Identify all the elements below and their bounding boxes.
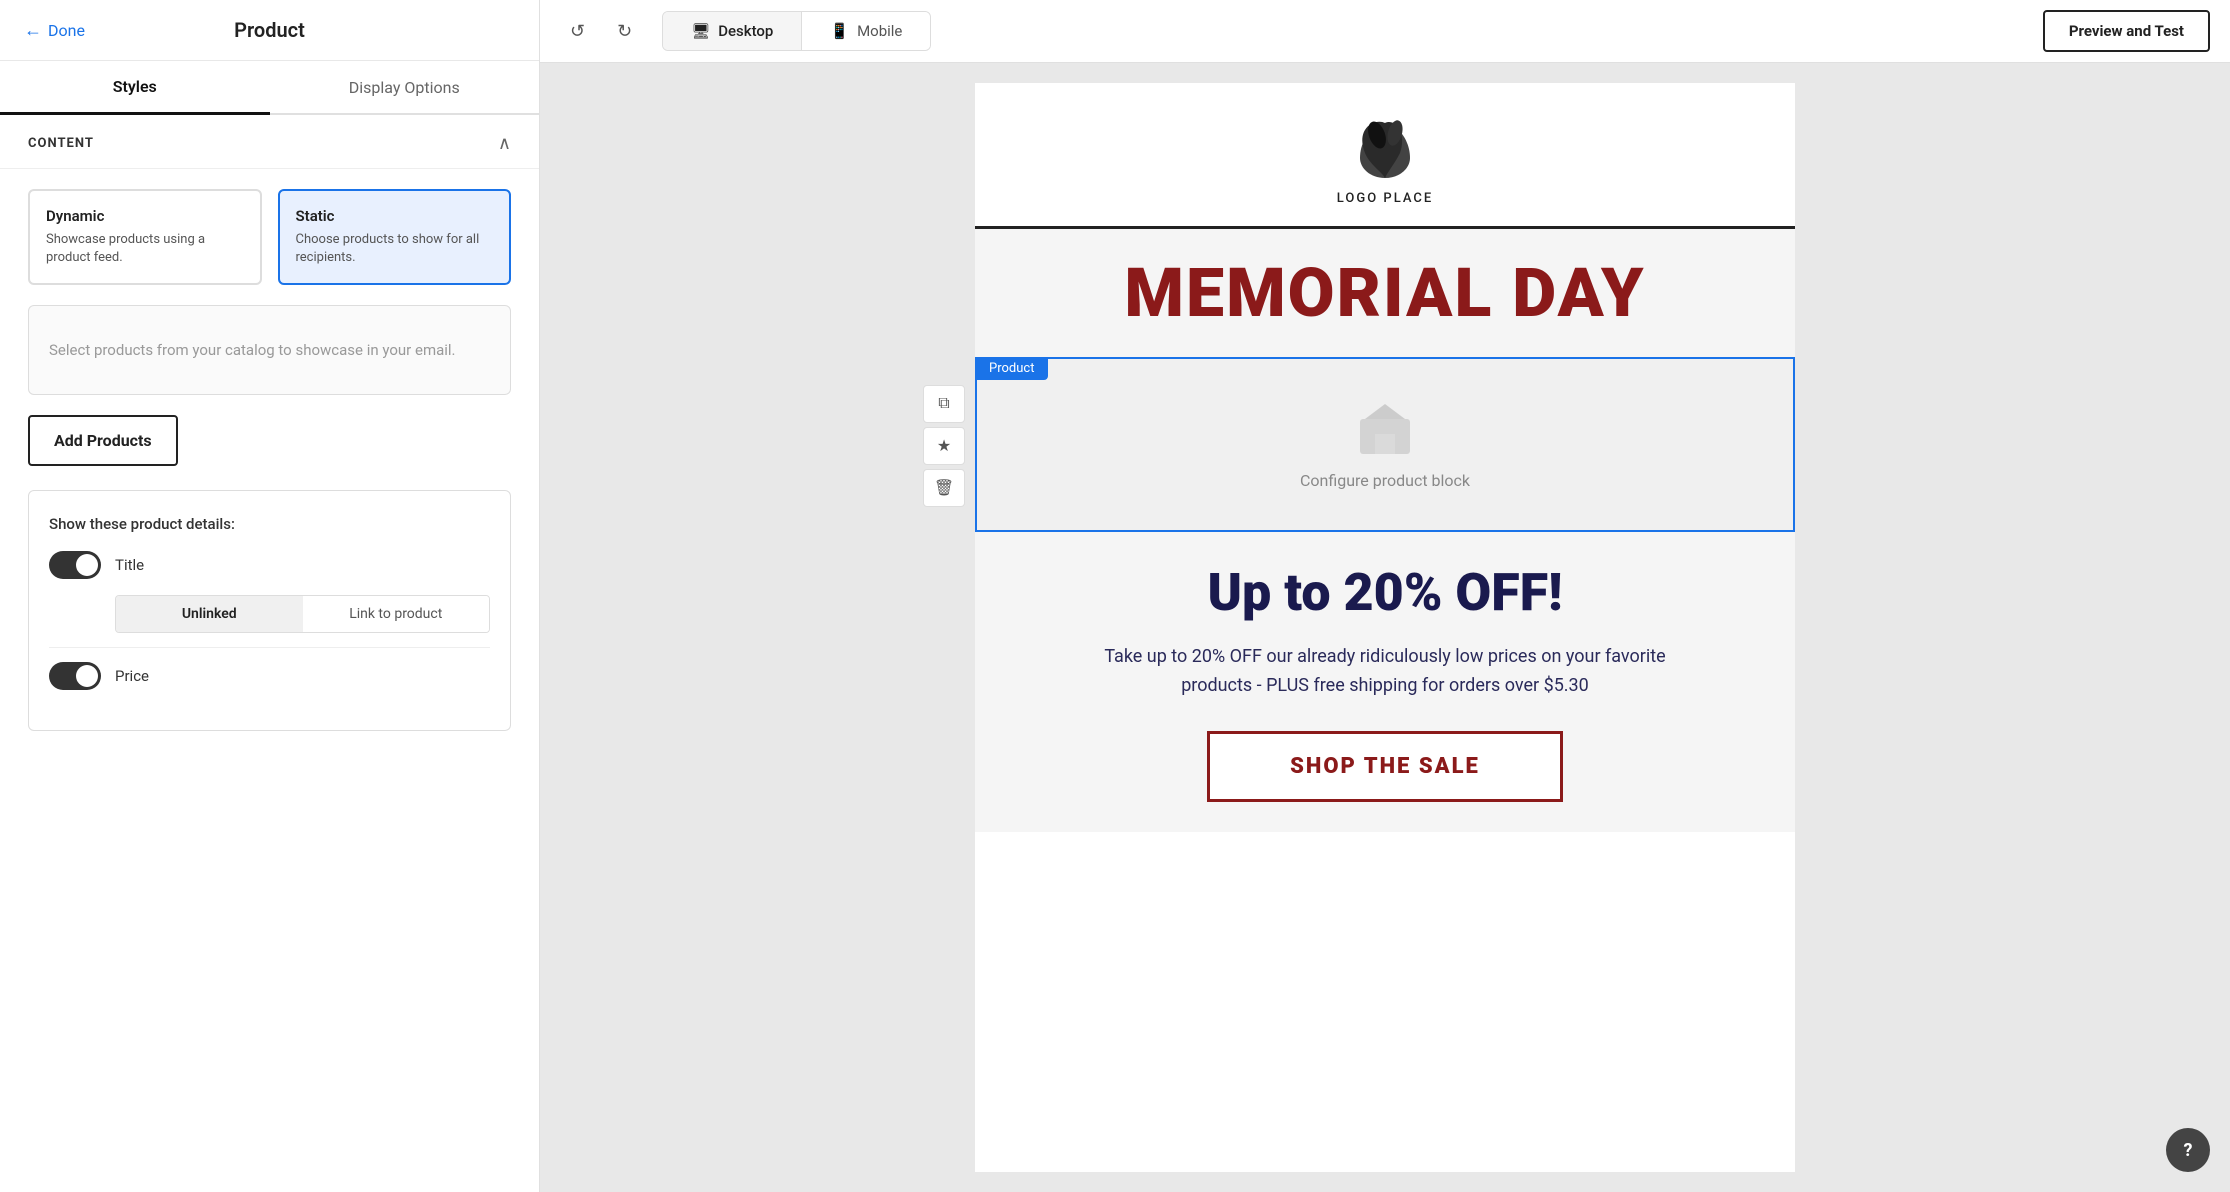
tabs: Styles Display Options bbox=[0, 61, 539, 115]
promo-desc: Take up to 20% OFF our already ridiculou… bbox=[1085, 643, 1685, 701]
done-button[interactable]: ← Done bbox=[24, 20, 85, 41]
preview-test-button[interactable]: Preview and Test bbox=[2043, 10, 2210, 52]
dynamic-card-title: Dynamic bbox=[46, 207, 244, 225]
panel-title: Product bbox=[234, 18, 305, 42]
placeholder-text: Select products from your catalog to sho… bbox=[49, 339, 456, 362]
promo-title: Up to 20% OFF! bbox=[1035, 562, 1735, 623]
product-details-box: Show these product details: Title Unlink… bbox=[28, 490, 511, 731]
copy-tool-button[interactable]: ⧉ bbox=[923, 385, 965, 423]
side-tools: ⧉ ★ 🗑 bbox=[923, 385, 965, 507]
collapse-button[interactable]: ∧ bbox=[498, 133, 511, 154]
back-arrow-icon: ← bbox=[24, 20, 42, 41]
add-products-button[interactable]: Add Products bbox=[28, 415, 178, 466]
static-card-title: Static bbox=[296, 207, 494, 225]
content-section-header: CONTENT ∧ bbox=[0, 115, 539, 169]
static-card-desc: Choose products to show for all recipien… bbox=[296, 231, 494, 267]
dynamic-card-desc: Showcase products using a product feed. bbox=[46, 231, 244, 267]
email-logo-area: LOGO PLACE bbox=[975, 83, 1795, 229]
unlinked-button[interactable]: Unlinked bbox=[116, 596, 303, 632]
email-promo: Up to 20% OFF! Take up to 20% OFF our al… bbox=[975, 532, 1795, 832]
title-toggle[interactable] bbox=[49, 551, 101, 579]
delete-tool-button[interactable]: 🗑 bbox=[923, 469, 965, 507]
link-to-product-button[interactable]: Link to product bbox=[303, 596, 490, 632]
content-type-row: Dynamic Showcase products using a produc… bbox=[28, 189, 511, 285]
toolbar: ↺ ↻ 🖥 Desktop 📱 Mobile Preview and Test bbox=[540, 0, 2230, 63]
done-label: Done bbox=[48, 21, 85, 40]
view-toggle: 🖥 Desktop 📱 Mobile bbox=[662, 11, 931, 51]
favorite-tool-button[interactable]: ★ bbox=[923, 427, 965, 465]
email-hero: MEMORIAL DAY bbox=[975, 229, 1795, 357]
tab-display-options[interactable]: Display Options bbox=[270, 61, 540, 113]
product-details-label: Show these product details: bbox=[49, 515, 490, 533]
title-detail-label: Title bbox=[115, 556, 144, 574]
canvas-area: LOGO PLACE MEMORIAL DAY Product ⧉ ★ 🗑 bbox=[540, 63, 2230, 1192]
title-link-toggle-group: Unlinked Link to product bbox=[115, 595, 490, 633]
desktop-icon: 🖥 bbox=[691, 22, 710, 40]
product-label-tab: Product bbox=[975, 357, 1048, 380]
logo-text: LOGO PLACE bbox=[995, 191, 1775, 206]
price-toggle[interactable] bbox=[49, 662, 101, 690]
content-section-body: Dynamic Showcase products using a produc… bbox=[0, 169, 539, 751]
left-panel: ← Done Product Styles Display Options CO… bbox=[0, 0, 540, 1192]
help-button[interactable]: ? bbox=[2166, 1128, 2210, 1172]
price-detail-row: Price bbox=[49, 662, 490, 690]
detail-divider bbox=[49, 647, 490, 648]
undo-button[interactable]: ↺ bbox=[560, 15, 595, 48]
right-panel: ↺ ↻ 🖥 Desktop 📱 Mobile Preview and Test bbox=[540, 0, 2230, 1192]
desktop-view-button[interactable]: 🖥 Desktop bbox=[663, 12, 801, 50]
product-block: Configure product block bbox=[975, 357, 1795, 532]
product-block-wrapper[interactable]: Product ⧉ ★ 🗑 Configure product block bbox=[975, 357, 1795, 532]
dynamic-card[interactable]: Dynamic Showcase products using a produc… bbox=[28, 189, 262, 285]
title-detail-row: Title bbox=[49, 551, 490, 579]
hero-text: MEMORIAL DAY bbox=[1015, 259, 1755, 327]
content-section-label: CONTENT bbox=[28, 136, 94, 151]
product-placeholder: Select products from your catalog to sho… bbox=[28, 305, 511, 395]
redo-button[interactable]: ↻ bbox=[607, 15, 642, 48]
mobile-label: Mobile bbox=[857, 22, 902, 40]
mobile-icon: 📱 bbox=[830, 22, 849, 40]
mobile-view-button[interactable]: 📱 Mobile bbox=[802, 12, 930, 50]
panel-header: ← Done Product bbox=[0, 0, 539, 61]
shop-button[interactable]: SHOP THE SALE bbox=[1207, 731, 1563, 802]
product-block-icon bbox=[1355, 399, 1415, 459]
static-card[interactable]: Static Choose products to show for all r… bbox=[278, 189, 512, 285]
email-canvas: LOGO PLACE MEMORIAL DAY Product ⧉ ★ 🗑 bbox=[975, 83, 1795, 1172]
tab-styles[interactable]: Styles bbox=[0, 61, 270, 115]
logo-icon bbox=[1345, 113, 1425, 187]
price-detail-label: Price bbox=[115, 667, 149, 685]
product-block-config-text: Configure product block bbox=[1300, 471, 1470, 490]
desktop-label: Desktop bbox=[718, 22, 773, 40]
